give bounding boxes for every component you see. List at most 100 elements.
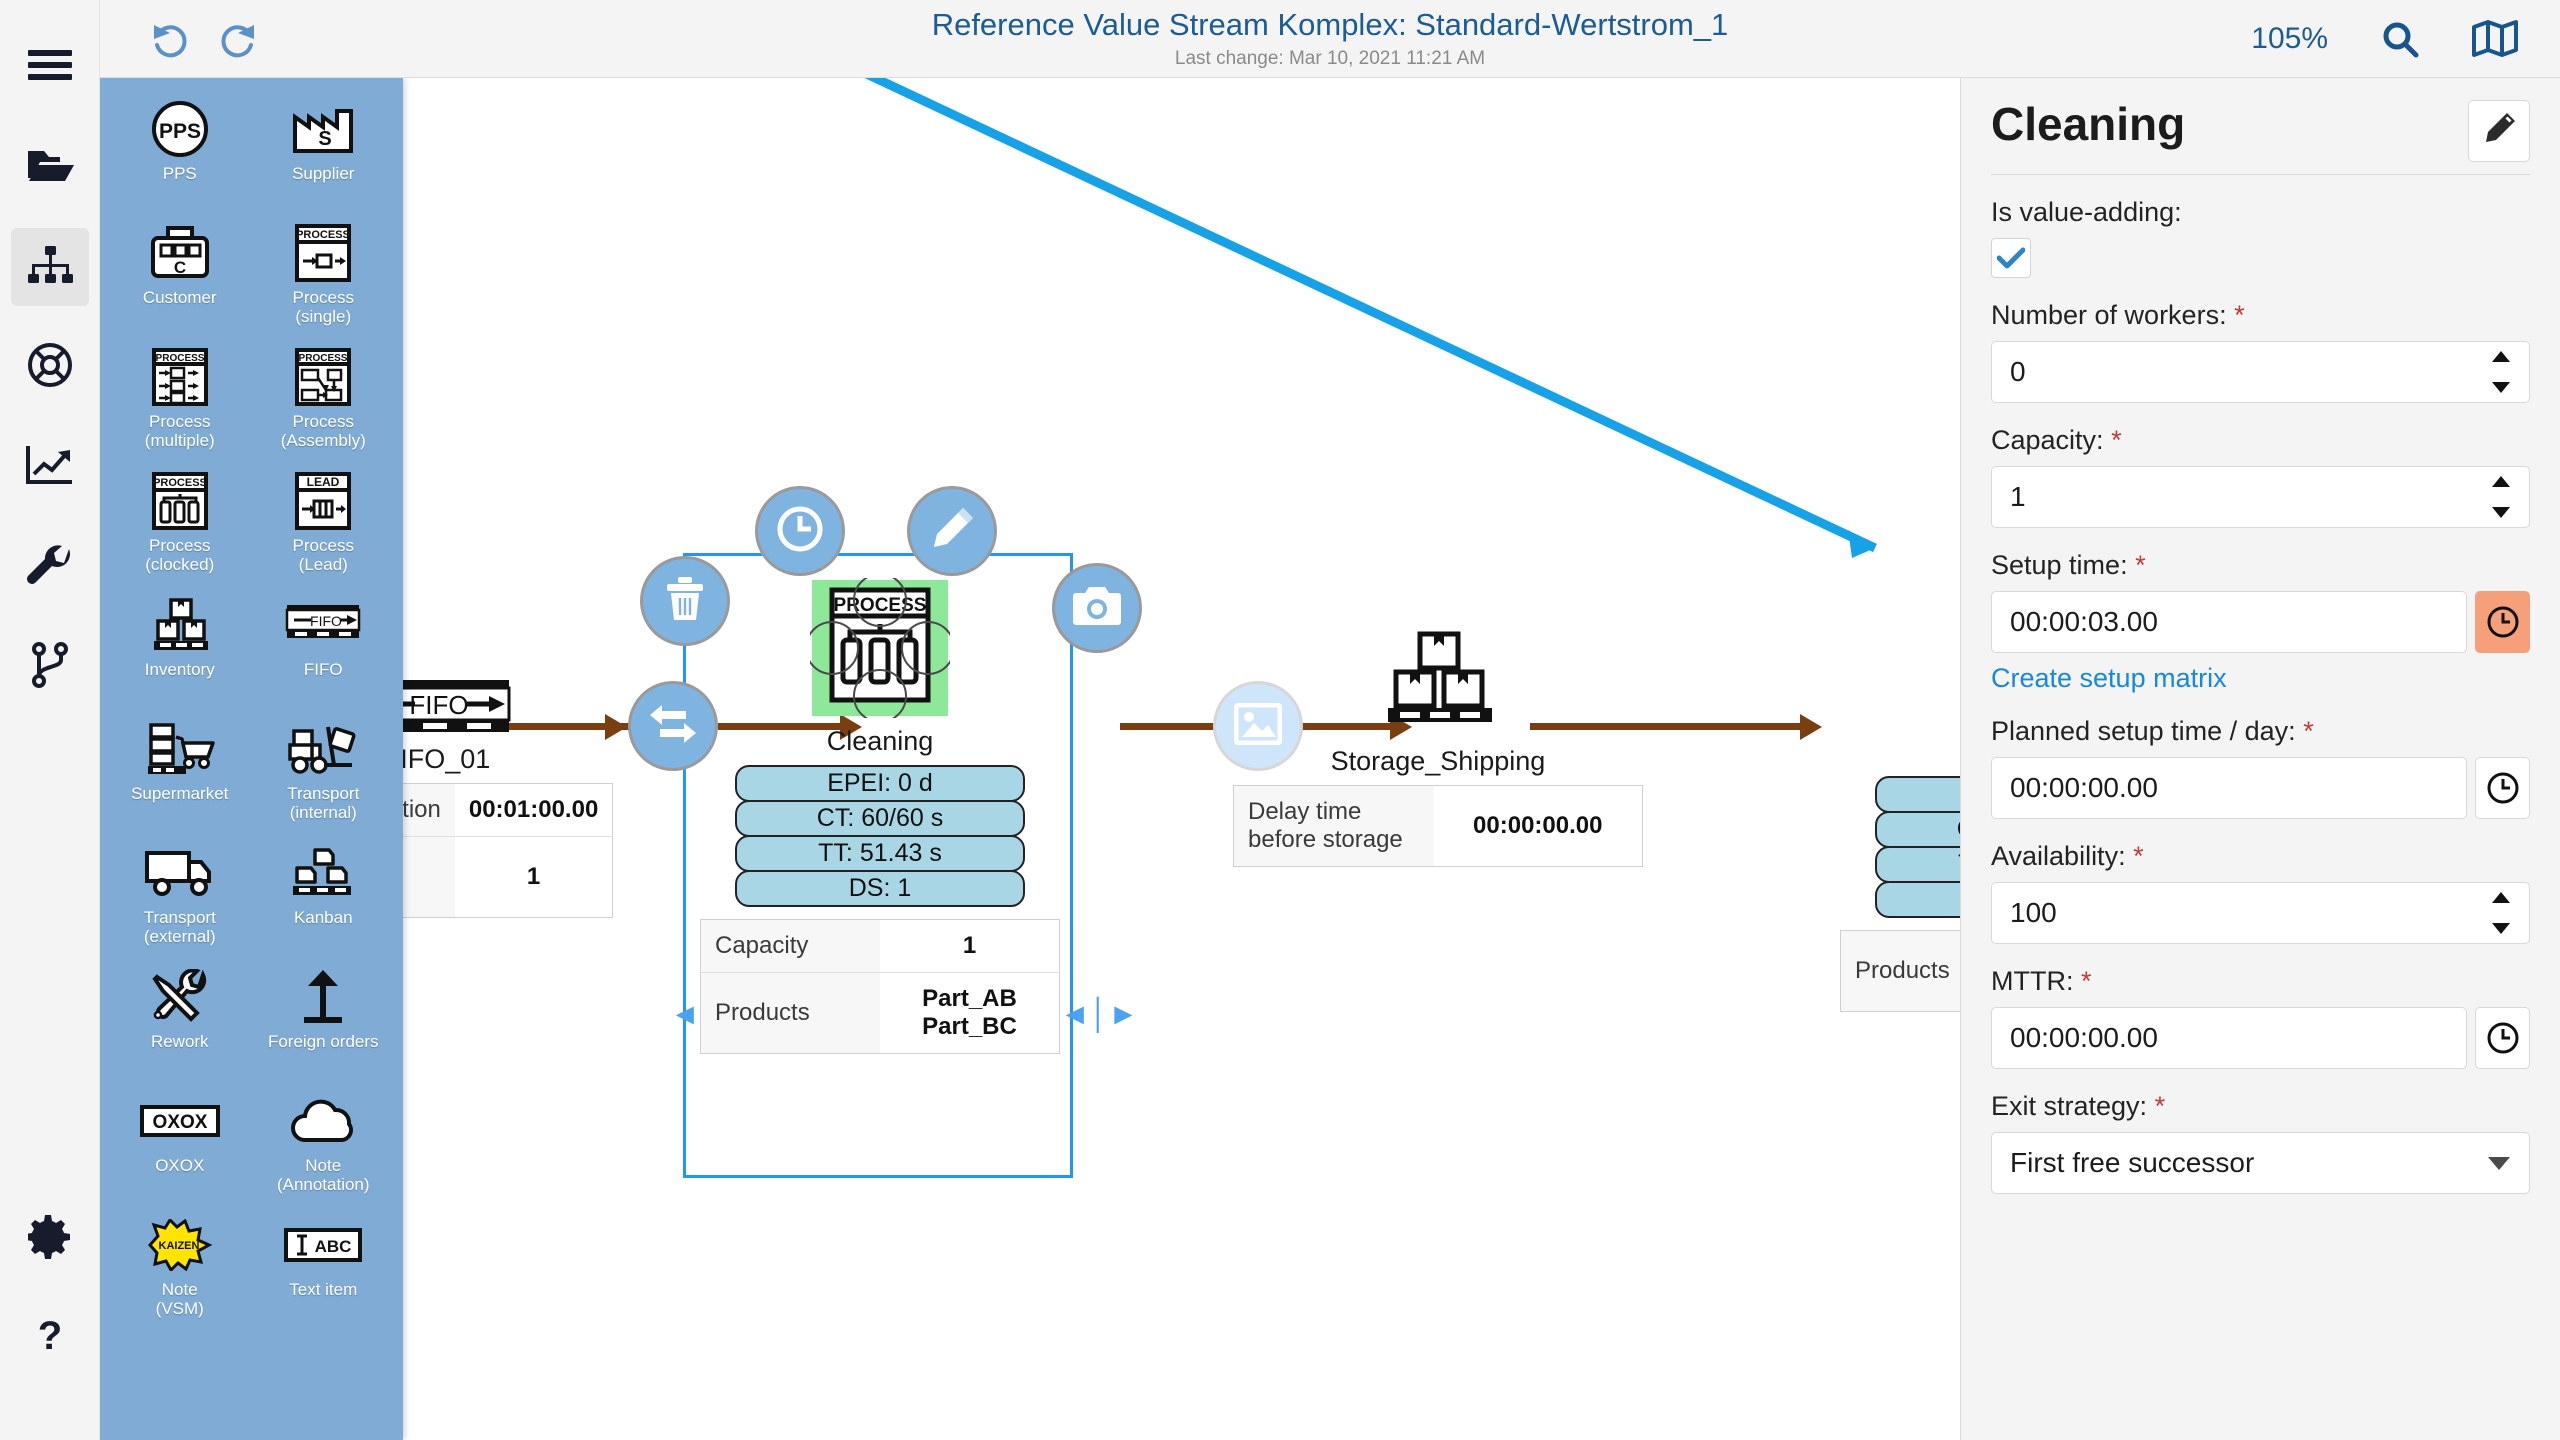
sidebar-item-settings[interactable] xyxy=(11,1200,89,1278)
pencil-icon xyxy=(2482,112,2516,151)
number-of-workers-input[interactable]: 0 xyxy=(1991,341,2530,403)
pencil-icon xyxy=(929,506,975,557)
map-icon[interactable] xyxy=(2472,19,2518,59)
folder-open-icon xyxy=(26,145,74,190)
palette-item-text[interactable]: ABC Text item xyxy=(252,1208,396,1328)
exit-strategy-wrap: First free successor xyxy=(1991,1132,2530,1194)
sitemap-icon xyxy=(26,245,74,290)
panel-edit-button[interactable] xyxy=(2468,100,2530,162)
sidebar-item-projects[interactable] xyxy=(11,128,89,206)
palette-item-label: Inventory xyxy=(144,660,215,679)
sidebar-item-support[interactable] xyxy=(11,328,89,406)
kpi-ct: CT: 60/60 s xyxy=(735,800,1025,837)
palette-item-pps[interactable]: PPS PPS xyxy=(108,92,252,212)
trash-icon xyxy=(664,576,706,627)
palette-item-foreign-orders[interactable]: Foreign orders xyxy=(252,960,396,1080)
palette-item-process-clocked[interactable]: PROCESS Process (clocked) xyxy=(108,464,252,584)
sidebar-item-value-stream[interactable] xyxy=(10,228,89,306)
table-row: Delay time before storage 00:00:00.00 xyxy=(1233,785,1643,867)
svg-text:PROCESS: PROCESS xyxy=(296,229,350,241)
palette-item-transport-external[interactable]: Transport (external) xyxy=(108,836,252,956)
resize-handle-right[interactable]: ◄│► xyxy=(1060,998,1138,1032)
value-adding-checkbox[interactable] xyxy=(1991,238,2031,278)
capacity-input[interactable]: 1 xyxy=(1991,466,2530,528)
palette-grid: PPS PPS S Supplier C Customer PROCESS Pr… xyxy=(100,78,403,1328)
action-edit-button[interactable] xyxy=(907,486,997,576)
planned-setup-time-input[interactable]: 00:00:00.00 xyxy=(1991,757,2468,819)
transport-external-icon xyxy=(143,842,217,904)
action-delete-button[interactable] xyxy=(640,556,730,646)
palette-item-supermarket[interactable]: Supermarket xyxy=(108,712,252,832)
resize-handle-left[interactable]: ◄│► xyxy=(670,998,748,1032)
number-of-workers-stepper[interactable] xyxy=(2488,341,2514,403)
palette-item-label: Process (Assembly) xyxy=(280,412,366,451)
top-toolbar: Reference Value Stream Komplex: Standard… xyxy=(100,0,2560,78)
palette-item-customer[interactable]: C Customer xyxy=(108,216,252,336)
document-title-block: Reference Value Stream Komplex: Standard… xyxy=(100,0,2560,78)
supplier-icon: S xyxy=(291,98,355,160)
palette-item-inventory[interactable]: Inventory xyxy=(108,588,252,708)
palette-item-label: PPS xyxy=(162,164,197,183)
redo-button[interactable] xyxy=(218,19,258,59)
palette-item-process-multiple[interactable]: PROCESS Process (multiple) xyxy=(108,340,252,460)
availability-stepper[interactable] xyxy=(2488,882,2514,944)
clock-icon xyxy=(2487,1022,2519,1054)
svg-text:PROCESS: PROCESS xyxy=(834,595,927,616)
left-rail: ? xyxy=(0,0,100,1440)
undo-button[interactable] xyxy=(150,19,190,59)
svg-text:FIFO: FIFO xyxy=(310,613,342,629)
zoom-level[interactable]: 105% xyxy=(2251,22,2328,56)
table-cell-value: 1 xyxy=(526,863,541,890)
palette-item-supplier[interactable]: S Supplier xyxy=(252,92,396,212)
setup-time-row: 00:00:03.00 xyxy=(1991,591,2530,653)
rework-icon xyxy=(147,966,213,1028)
capacity-stepper[interactable] xyxy=(2488,466,2514,528)
action-replace-button[interactable] xyxy=(628,681,718,771)
chart-line-icon xyxy=(25,444,74,491)
exit-strategy-select[interactable]: First free successor xyxy=(1991,1132,2530,1194)
wrench-icon xyxy=(26,544,73,591)
shape-palette[interactable]: PPS PPS S Supplier C Customer PROCESS Pr… xyxy=(100,78,403,1440)
planned-setup-time-picker-button[interactable] xyxy=(2475,757,2530,819)
palette-item-fifo[interactable]: FIFO FIFO xyxy=(252,588,396,708)
svg-text:OXOX: OXOX xyxy=(152,1112,207,1133)
field-label-text: MTTR: xyxy=(1991,966,2074,996)
palette-item-transport-internal[interactable]: Transport (internal) xyxy=(252,712,396,832)
chevron-down-icon[interactable] xyxy=(2488,1132,2510,1194)
palette-item-label: FIFO xyxy=(303,660,343,679)
action-times-button[interactable] xyxy=(755,486,845,576)
setup-time-picker-button[interactable] xyxy=(2475,591,2530,653)
sidebar-item-menu[interactable] xyxy=(11,28,89,106)
mttr-input[interactable]: 00:00:00.00 xyxy=(1991,1007,2468,1069)
setup-time-input[interactable]: 00:00:03.00 xyxy=(1991,591,2468,653)
sidebar-item-help[interactable]: ? xyxy=(11,1300,89,1378)
sidebar-item-tools[interactable] xyxy=(11,528,89,606)
create-setup-matrix-link[interactable]: Create setup matrix xyxy=(1991,663,2530,694)
palette-item-note-annotation[interactable]: Note (Annotation) xyxy=(252,1084,396,1204)
palette-item-label: Transport (external) xyxy=(143,908,216,947)
customer-icon: C xyxy=(148,222,212,284)
palette-item-note-vsm[interactable]: KAIZEN Note (VSM) xyxy=(108,1208,252,1328)
action-snapshot-button[interactable] xyxy=(1052,563,1142,653)
availability-input[interactable]: 100 xyxy=(1991,882,2530,944)
sidebar-item-versions[interactable] xyxy=(11,628,89,706)
node-cleaning[interactable]: PROCESS Cleaning EPEI: 0 d CT: 60/60 s T… xyxy=(700,578,1060,1054)
palette-item-oxox[interactable]: OXOX OXOX xyxy=(108,1084,252,1204)
check-icon xyxy=(1997,247,2025,269)
palette-item-kanban[interactable]: Kanban xyxy=(252,836,396,956)
mttr-picker-button[interactable] xyxy=(2475,1007,2530,1069)
table-cell-key: Delay time before storage xyxy=(1233,785,1434,867)
node-storage-shipping[interactable]: Storage_Shipping Delay time before stora… xyxy=(1233,628,1643,867)
palette-item-process-lead[interactable]: LEAD Process (Lead) xyxy=(252,464,396,584)
palette-item-label: Kanban xyxy=(293,908,353,927)
palette-item-process-single[interactable]: PROCESS Process (single) xyxy=(252,216,396,336)
search-icon[interactable] xyxy=(2380,19,2420,59)
palette-item-process-assembly[interactable]: PROCESS Process (Assembly) xyxy=(252,340,396,460)
code-branch-icon xyxy=(30,641,70,693)
palette-item-rework[interactable]: Rework xyxy=(108,960,252,1080)
field-label-text: Setup time: xyxy=(1991,550,2128,580)
sidebar-item-analysis[interactable] xyxy=(11,428,89,506)
field-label-text: Number of workers: xyxy=(1991,300,2227,330)
palette-item-label: OXOX xyxy=(155,1156,205,1175)
inventory-icon xyxy=(147,594,213,656)
